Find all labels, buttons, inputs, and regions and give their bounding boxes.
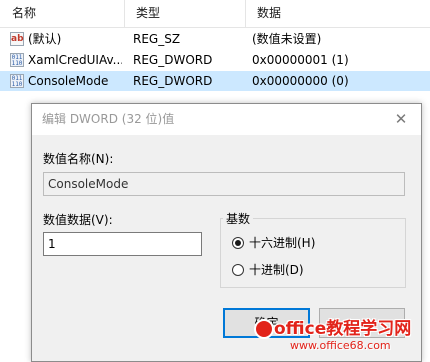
value-data-label: 数值数据(V): — [43, 213, 113, 227]
value-data-input[interactable]: 1 — [43, 232, 202, 256]
value-data: 0x00000001 (1) — [252, 53, 349, 67]
value-name: XamlCredUIAv... — [28, 53, 122, 67]
list-item[interactable]: 011 110 ConsoleMode REG_DWORD 0x00000000 … — [0, 71, 430, 91]
column-header-name[interactable]: 名称 — [0, 0, 124, 27]
value-type: REG_DWORD — [133, 53, 213, 67]
list-item[interactable]: 011 110 XamlCredUIAv... REG_DWORD 0x00000… — [0, 50, 430, 70]
value-name-cell: ab (默认) — [10, 29, 122, 49]
dialog-title: 编辑 DWORD (32 位)值 — [42, 112, 175, 126]
watermark-url: www.office68.com — [290, 339, 391, 352]
value-name-label: 数值名称(N): — [43, 152, 114, 166]
list-item[interactable]: ab (默认) REG_SZ (数值未设置) — [0, 29, 430, 49]
value-data: 0x00000000 (0) — [252, 74, 349, 88]
value-name: (默认) — [28, 32, 62, 46]
decimal-radio[interactable]: 十进制(D) — [232, 261, 392, 279]
close-icon[interactable]: ✕ — [381, 104, 421, 135]
column-header-data[interactable]: 数据 — [245, 0, 430, 27]
hexadecimal-label: 十六进制(H) — [249, 236, 316, 250]
hexadecimal-radio[interactable]: 十六进制(H) — [232, 234, 392, 252]
binary-value-icon: 011 110 — [10, 53, 24, 67]
registry-editor-view: 名称 类型 数据 ab (默认) REG_SZ (数值未设置) 011 110 X… — [0, 0, 430, 362]
list-header: 名称 类型 数据 — [0, 0, 430, 28]
value-name: ConsoleMode — [28, 74, 109, 88]
base-group-title: 基数 — [223, 210, 254, 227]
radio-checked-icon[interactable] — [232, 237, 244, 249]
value-name-cell: 011 110 ConsoleMode — [10, 71, 122, 91]
radio-unchecked-icon[interactable] — [232, 264, 244, 276]
value-name-field[interactable]: ConsoleMode — [43, 172, 405, 196]
value-type: REG_DWORD — [133, 74, 213, 88]
dialog-title-bar[interactable]: 编辑 DWORD (32 位)值 ✕ — [32, 104, 421, 135]
value-type: REG_SZ — [133, 32, 181, 46]
decimal-label: 十进制(D) — [249, 263, 304, 277]
column-header-type[interactable]: 类型 — [124, 0, 245, 27]
watermark-title: office教程学习网 — [274, 319, 412, 339]
value-name-cell: 011 110 XamlCredUIAv... — [10, 50, 122, 70]
binary-value-icon: 011 110 — [10, 74, 24, 88]
string-value-icon: ab — [10, 32, 24, 46]
watermark-logo-icon — [254, 319, 274, 339]
value-data: (数值未设置) — [252, 32, 322, 46]
